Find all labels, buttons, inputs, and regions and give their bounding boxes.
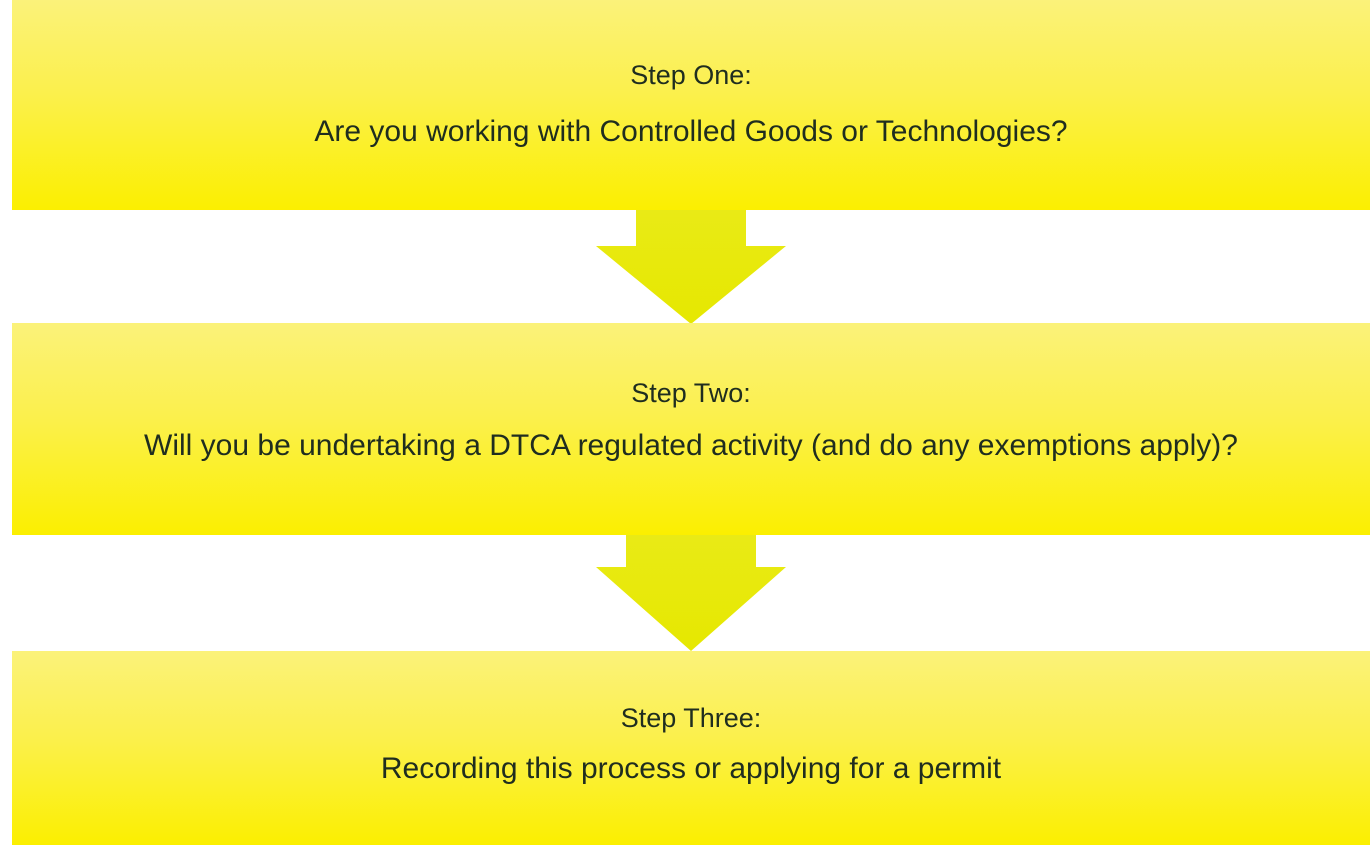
down-arrow-icon <box>596 210 786 324</box>
step-two-box: Step Two: Will you be undertaking a DTCA… <box>12 323 1370 535</box>
step-one-question: Are you working with Controlled Goods or… <box>314 115 1068 148</box>
step-one-heading: Step One: <box>630 60 752 90</box>
step-two-question: Will you be undertaking a DTCA regulated… <box>144 429 1238 462</box>
step-two-heading: Step Two: <box>631 378 751 408</box>
step-three-box: Step Three: Recording this process or ap… <box>12 651 1370 845</box>
step-three-question: Recording this process or applying for a… <box>380 752 1002 785</box>
down-arrow-icon <box>596 535 786 651</box>
step-three-heading: Step Three: <box>620 703 762 733</box>
step-one-box: Step One: Are you working with Controlle… <box>12 0 1370 210</box>
